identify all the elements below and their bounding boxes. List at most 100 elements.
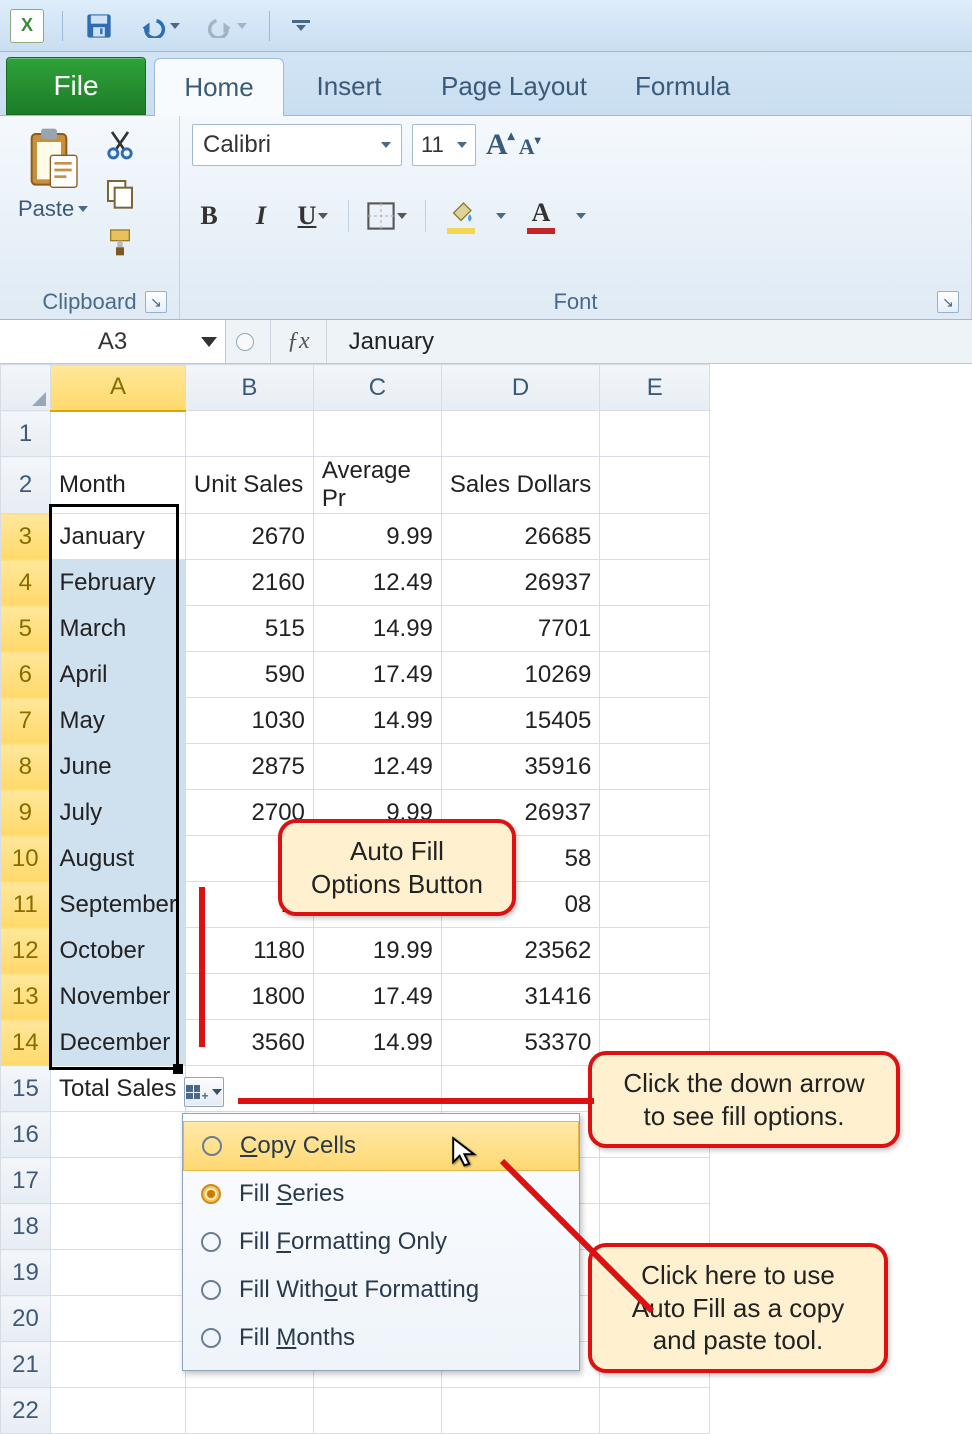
- cell[interactable]: 17.49: [313, 974, 441, 1020]
- autofill-dropdown-icon[interactable]: [212, 1089, 222, 1095]
- autofill-option-fill-series[interactable]: Fill Series: [183, 1170, 579, 1218]
- cell[interactable]: [313, 1066, 441, 1112]
- row-header[interactable]: 12: [1, 928, 51, 974]
- tab-insert[interactable]: Insert: [284, 57, 414, 115]
- row-header[interactable]: 6: [1, 652, 51, 698]
- paste-button[interactable]: Paste: [12, 124, 94, 224]
- cell[interactable]: 23562: [441, 928, 599, 974]
- cell[interactable]: [600, 514, 710, 560]
- format-painter-button[interactable]: [104, 226, 136, 263]
- cell[interactable]: [600, 652, 710, 698]
- select-all-corner[interactable]: [1, 365, 51, 411]
- cell[interactable]: November: [51, 974, 186, 1020]
- cell[interactable]: 2875: [185, 744, 313, 790]
- col-header-A[interactable]: A: [51, 365, 186, 411]
- cell[interactable]: August: [51, 836, 186, 882]
- name-box-dropdown-icon[interactable]: [201, 337, 217, 347]
- tab-home[interactable]: Home: [154, 58, 284, 116]
- cell[interactable]: 53370: [441, 1020, 599, 1066]
- italic-button[interactable]: I: [244, 198, 278, 234]
- cell[interactable]: 26937: [441, 560, 599, 606]
- row-header[interactable]: 3: [1, 514, 51, 560]
- cell[interactable]: 26685: [441, 514, 599, 560]
- cell[interactable]: 17.49: [313, 652, 441, 698]
- cell[interactable]: 2670: [185, 514, 313, 560]
- cell[interactable]: [600, 560, 710, 606]
- col-header-C[interactable]: C: [313, 365, 441, 411]
- cell[interactable]: [51, 1296, 186, 1342]
- cell[interactable]: [51, 1204, 186, 1250]
- copy-button[interactable]: [104, 177, 136, 214]
- row-header[interactable]: 19: [1, 1250, 51, 1296]
- shrink-font-button[interactable]: A▾: [519, 134, 541, 168]
- cell[interactable]: October: [51, 928, 186, 974]
- cell[interactable]: [600, 606, 710, 652]
- cell[interactable]: June: [51, 744, 186, 790]
- bold-button[interactable]: B: [192, 198, 226, 234]
- cell[interactable]: [441, 1066, 599, 1112]
- row-header[interactable]: 16: [1, 1112, 51, 1158]
- col-header-D[interactable]: D: [441, 365, 599, 411]
- autofill-option-fill-months[interactable]: Fill Months: [183, 1314, 579, 1362]
- cell[interactable]: 14.99: [313, 1020, 441, 1066]
- row-header[interactable]: 15: [1, 1066, 51, 1112]
- autofill-option-fill-formatting-only[interactable]: Fill Formatting Only: [183, 1218, 579, 1266]
- underline-button[interactable]: U: [296, 198, 330, 234]
- cell[interactable]: [600, 698, 710, 744]
- row-header[interactable]: 21: [1, 1342, 51, 1388]
- autofill-option-fill-without-formatting[interactable]: Fill Without Formatting: [183, 1266, 579, 1314]
- cell[interactable]: 12.49: [313, 560, 441, 606]
- cut-button[interactable]: [104, 128, 136, 165]
- cell[interactable]: 9.99: [313, 514, 441, 560]
- fx-icon[interactable]: ƒx: [287, 328, 310, 355]
- cell[interactable]: [313, 411, 441, 457]
- cell[interactable]: 7701: [441, 606, 599, 652]
- cell[interactable]: [441, 411, 599, 457]
- autofill-options-button[interactable]: +: [184, 1077, 224, 1107]
- cancel-formula-icon[interactable]: [236, 333, 254, 351]
- cell[interactable]: 1800: [185, 974, 313, 1020]
- col-header-E[interactable]: E: [600, 365, 710, 411]
- row-header[interactable]: 7: [1, 698, 51, 744]
- cell[interactable]: [51, 1112, 186, 1158]
- cell[interactable]: [600, 1158, 710, 1204]
- borders-button[interactable]: [367, 198, 407, 234]
- formula-bar[interactable]: January: [343, 328, 434, 356]
- cell[interactable]: 35916: [441, 744, 599, 790]
- row-header[interactable]: 8: [1, 744, 51, 790]
- cell[interactable]: 1180: [185, 928, 313, 974]
- row-header[interactable]: 5: [1, 606, 51, 652]
- row-header[interactable]: 9: [1, 790, 51, 836]
- cell[interactable]: 2160: [185, 560, 313, 606]
- cell[interactable]: [51, 1388, 186, 1434]
- cell[interactable]: 515: [185, 606, 313, 652]
- borders-dropdown-icon[interactable]: [397, 213, 407, 219]
- autofill-option-copy-cells[interactable]: Copy Cells: [183, 1121, 579, 1171]
- cell[interactable]: 1030: [185, 698, 313, 744]
- cell[interactable]: September: [51, 882, 186, 928]
- cell[interactable]: Total Sales: [51, 1066, 186, 1112]
- cell[interactable]: Month: [51, 457, 186, 514]
- row-header[interactable]: 20: [1, 1296, 51, 1342]
- cell[interactable]: [51, 411, 186, 457]
- font-color-button[interactable]: A: [524, 198, 558, 234]
- cell[interactable]: Sales Dollars: [441, 457, 599, 514]
- redo-dropdown-icon[interactable]: [237, 23, 247, 29]
- cell[interactable]: 31416: [441, 974, 599, 1020]
- customize-qat-button[interactable]: [288, 17, 314, 34]
- cell[interactable]: February: [51, 560, 186, 606]
- undo-dropdown-icon[interactable]: [170, 23, 180, 29]
- cell[interactable]: [600, 790, 710, 836]
- cell[interactable]: [600, 457, 710, 514]
- font-name-dropdown-icon[interactable]: [381, 142, 391, 148]
- save-button[interactable]: [81, 9, 117, 43]
- fill-color-button[interactable]: [444, 198, 478, 234]
- cell[interactable]: 12.49: [313, 744, 441, 790]
- cell[interactable]: 590: [185, 652, 313, 698]
- row-header[interactable]: 22: [1, 1388, 51, 1434]
- tab-page-layout[interactable]: Page Layout: [414, 57, 614, 115]
- row-header[interactable]: 4: [1, 560, 51, 606]
- cell[interactable]: [185, 1388, 313, 1434]
- cell[interactable]: 15405: [441, 698, 599, 744]
- row-header[interactable]: 2: [1, 457, 51, 514]
